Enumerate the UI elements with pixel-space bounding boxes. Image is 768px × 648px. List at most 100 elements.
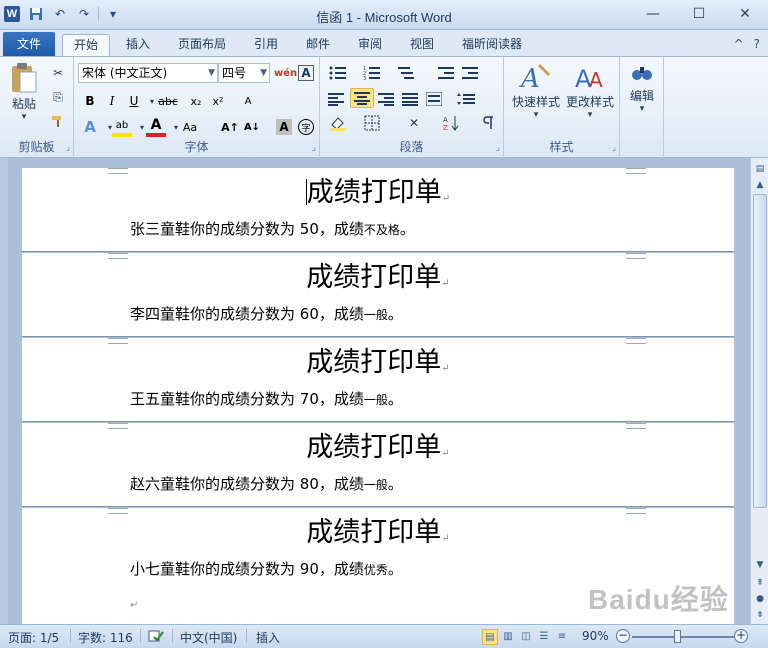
numbering-icon[interactable]: 123 [362, 63, 382, 83]
sort-icon[interactable]: AZ [442, 113, 462, 133]
help-icon[interactable]: ? [754, 37, 760, 51]
cut-icon[interactable]: ✂ [48, 63, 68, 83]
document-page[interactable]: 成绩打印单↵ 李四童鞋你的成绩分数为 60，成绩一般。 [22, 253, 734, 337]
chinese-layout-icon[interactable]: ✕ [404, 113, 424, 133]
page-count-status[interactable]: 页面: 1/5 [8, 629, 59, 646]
chevron-down-icon: ▼ [260, 68, 267, 78]
tab-page-layout[interactable]: 页面布局 [170, 34, 234, 56]
page-title-text: 成绩打印单 [306, 432, 442, 463]
paste-dropdown-icon[interactable]: ▾ [4, 112, 44, 122]
show-formatting-marks-icon[interactable] [478, 113, 498, 133]
font-launcher-icon[interactable]: ⌟ [312, 143, 316, 153]
format-painter-icon[interactable] [48, 111, 68, 131]
clipboard-group-label: 剪贴板 [18, 140, 55, 154]
document-area[interactable]: 成绩打印单↵ 张三童鞋你的成绩分数为 50，成绩不及格。 成绩打印单↵ 李四童鞋… [8, 158, 750, 624]
enclose-characters-button[interactable]: 字 [298, 119, 314, 135]
collapse-ribbon-icon[interactable]: ^ [734, 37, 744, 51]
align-center-icon[interactable] [350, 88, 374, 108]
tab-references[interactable]: 引用 [244, 34, 288, 56]
document-page[interactable]: 成绩打印单↵ 赵六童鞋你的成绩分数为 80，成绩一般。 [22, 423, 734, 507]
phonetic-guide-button[interactable]: wén [274, 63, 297, 83]
zoom-level[interactable]: 90% [582, 629, 609, 643]
ruler-toggle-icon[interactable]: ▤ [753, 162, 767, 176]
character-border-button[interactable]: A [298, 65, 314, 81]
scroll-thumb[interactable] [753, 194, 767, 508]
full-screen-reading-view-icon[interactable]: ▥ [500, 629, 516, 645]
justify-icon[interactable] [400, 89, 420, 109]
insert-mode-status[interactable]: 插入 [256, 629, 280, 646]
character-shading-button[interactable]: A [276, 119, 292, 135]
web-layout-view-icon[interactable]: ◫ [518, 629, 534, 645]
font-size-value: 四号 [222, 66, 247, 80]
paragraph-mark: ↵ [441, 363, 450, 374]
document-page[interactable]: 成绩打印单↵ 王五童鞋你的成绩分数为 70，成绩一般。 [22, 338, 734, 422]
clear-formatting-button[interactable]: A [238, 91, 258, 111]
decrease-indent-icon[interactable] [436, 63, 456, 83]
vertical-scrollbar[interactable]: ▤ ▲ ▼ ⇞ ● ⇟ [750, 158, 768, 624]
tab-insert[interactable]: 插入 [116, 34, 160, 56]
borders-icon[interactable] [362, 113, 382, 133]
scroll-down-icon[interactable]: ▼ [753, 558, 767, 572]
tab-mailings[interactable]: 邮件 [296, 34, 340, 56]
copy-icon[interactable]: ⎘ [48, 87, 68, 107]
bullets-icon[interactable] [328, 63, 348, 83]
result-line: 赵六童鞋你的成绩分数为 80，成绩一般。 [130, 473, 403, 494]
result-text: 赵六童鞋你的成绩分数为 80，成绩 [130, 475, 364, 493]
paste-button[interactable]: 粘贴 ▾ [4, 61, 44, 122]
select-browse-object-icon[interactable]: ● [753, 592, 767, 606]
proofing-icon[interactable] [148, 629, 164, 646]
change-case-button[interactable]: Aa [180, 117, 200, 137]
paragraph-mark: ↵ [130, 600, 139, 611]
quick-styles-button[interactable]: A 快速样式 ▾ [508, 61, 564, 120]
paragraph-launcher-icon[interactable]: ⌟ [496, 143, 500, 153]
word-count-status[interactable]: 字数: 116 [78, 629, 133, 646]
font-color-button[interactable]: A [146, 117, 166, 137]
multilevel-list-icon[interactable] [396, 63, 416, 83]
document-page[interactable]: 成绩打印单↵ 张三童鞋你的成绩分数为 50，成绩不及格。 [22, 168, 734, 252]
grow-font-button[interactable]: A↑ [220, 117, 240, 137]
result-text: 张三童鞋你的成绩分数为 50，成绩 [130, 220, 364, 238]
shrink-font-button[interactable]: A↓ [242, 117, 262, 137]
align-right-icon[interactable] [376, 89, 396, 109]
underline-button[interactable]: U [124, 91, 144, 111]
maximize-button[interactable]: ☐ [676, 0, 722, 28]
language-status[interactable]: 中文(中国) [180, 629, 237, 646]
close-button[interactable]: ✕ [722, 0, 768, 28]
tab-foxit-reader[interactable]: 福昕阅读器 [452, 34, 532, 56]
clipboard-launcher-icon[interactable]: ⌟ [66, 143, 70, 153]
change-styles-button[interactable]: AA 更改样式 ▾ [562, 61, 618, 120]
superscript-button[interactable]: x² [208, 91, 228, 111]
distributed-icon[interactable] [424, 89, 444, 109]
next-page-icon[interactable]: ⇟ [753, 608, 767, 622]
minimize-button[interactable]: — [630, 0, 676, 28]
draft-view-icon[interactable]: ≡ [554, 629, 570, 645]
zoom-in-button[interactable]: + [734, 629, 748, 643]
previous-page-icon[interactable]: ⇞ [753, 576, 767, 590]
line-spacing-icon[interactable] [456, 89, 476, 109]
text-effects-button[interactable]: A [80, 117, 100, 137]
zoom-slider-thumb[interactable] [674, 630, 681, 643]
tab-home[interactable]: 开始 [62, 34, 110, 57]
font-name-combo[interactable]: 宋体 (中文正文) ▼ [78, 63, 218, 83]
tab-review[interactable]: 审阅 [348, 34, 392, 56]
bold-button[interactable]: B [80, 91, 100, 111]
styles-launcher-icon[interactable]: ⌟ [612, 143, 616, 153]
quick-styles-icon: A [519, 63, 551, 93]
zoom-slider-track[interactable] [632, 636, 734, 638]
font-size-combo[interactable]: 四号 ▼ [218, 63, 270, 83]
tab-file[interactable]: 文件 [3, 32, 55, 56]
zoom-out-button[interactable]: − [616, 629, 630, 643]
shading-icon[interactable] [328, 113, 348, 133]
print-layout-view-icon[interactable]: ▤ [482, 629, 498, 645]
scroll-up-icon[interactable]: ▲ [753, 178, 767, 192]
paste-label: 粘贴 [11, 97, 36, 111]
increase-indent-icon[interactable] [460, 63, 480, 83]
editing-button[interactable]: 编辑 ▾ [624, 61, 660, 114]
outline-view-icon[interactable]: ☰ [536, 629, 552, 645]
align-left-icon[interactable] [326, 89, 346, 109]
strikethrough-button[interactable]: abc [158, 91, 178, 111]
highlight-button[interactable]: ab [112, 117, 132, 137]
subscript-button[interactable]: x₂ [186, 91, 206, 111]
italic-button[interactable]: I [102, 91, 122, 111]
tab-view[interactable]: 视图 [400, 34, 444, 56]
